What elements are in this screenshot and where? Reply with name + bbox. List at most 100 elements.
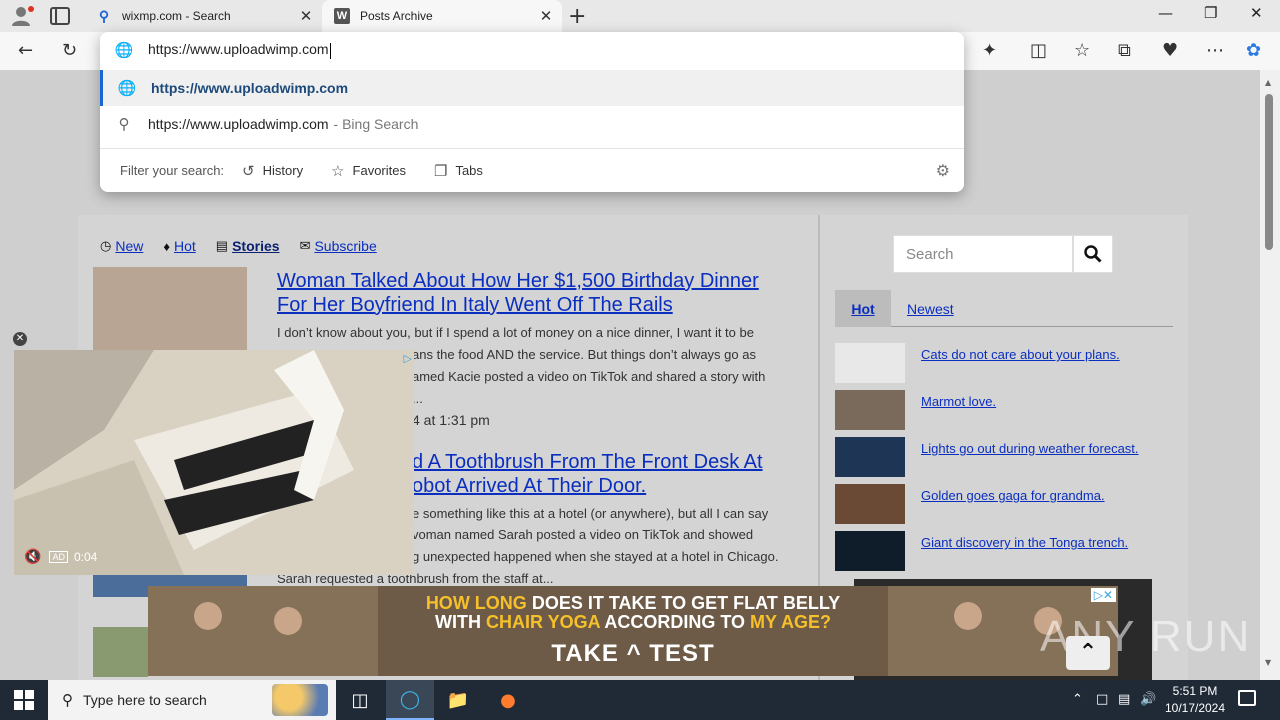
post-title[interactable]: Woman Talked About How Her $1,500 Birthd… (277, 269, 759, 317)
back-icon[interactable]: ← (18, 40, 33, 61)
search-icon: ⚲ (118, 116, 130, 133)
network-icon[interactable]: ▤ (1118, 692, 1130, 707)
search-icon (1084, 245, 1102, 263)
task-view-icon[interactable]: ◫ (336, 680, 384, 720)
profile-icon[interactable] (10, 5, 34, 27)
site-search-input[interactable]: Search (893, 235, 1073, 273)
sidebar-item-link[interactable]: Lights go out during weather forecast. (921, 441, 1139, 456)
edge-icon[interactable]: ◯ (386, 680, 434, 720)
nav-stories-link[interactable]: Stories (232, 238, 279, 254)
close-video-ad-button[interactable]: ✕ (13, 332, 27, 346)
sidebar-item-thumbnail[interactable] (835, 390, 905, 430)
tab-posts-archive[interactable]: W Posts Archive ✕ (322, 0, 562, 32)
post-excerpt: g unexpected happened when she stayed at… (412, 549, 779, 564)
collections-icon[interactable]: ⧉ (1118, 40, 1131, 61)
minimize-button[interactable]: — (1158, 4, 1173, 22)
nav-stories[interactable]: ▤ Stories (216, 238, 280, 254)
device-icon[interactable]: □ (1096, 692, 1108, 707)
adchoices-icon[interactable]: ▷ (404, 352, 412, 365)
nav-subscribe-link[interactable]: Subscribe (314, 238, 376, 254)
favorites-icon[interactable]: ☆ (1074, 40, 1090, 61)
scrollbar-thumb[interactable] (1265, 94, 1273, 250)
copilot-icon[interactable]: ✿ (1246, 40, 1261, 61)
post-date: 4 at 1:31 pm (412, 412, 490, 428)
tab-hot[interactable]: Hot (835, 290, 891, 327)
sidebar-item-link[interactable]: Giant discovery in the Tonga trench. (921, 535, 1128, 550)
search-button[interactable] (1073, 235, 1113, 273)
address-bar-dropdown: 🌐 https://www.uploadwimp.com 🌐 https://w… (100, 32, 964, 192)
adchoices-close-icon[interactable]: ▷✕ (1090, 588, 1116, 602)
notification-icon[interactable] (1238, 690, 1256, 706)
post-title[interactable]: d A Toothbrush From The Front Desk At ob… (412, 450, 763, 498)
firefox-icon[interactable]: ● (484, 680, 532, 720)
taskbar-search-placeholder: Type here to search (83, 692, 207, 708)
history-icon: ↺ (242, 162, 255, 180)
nav-new-link[interactable]: New (115, 238, 143, 254)
sidebar-item[interactable]: Golden goes gaga for grandma. (835, 484, 1175, 524)
volume-icon[interactable]: 🔊 (1140, 692, 1156, 707)
suggestion-text: https://www.uploadwimp.com (151, 80, 349, 96)
extensions-icon[interactable]: ✦ (982, 40, 997, 61)
search-favicon-icon: ⚲ (98, 7, 110, 24)
banner-ad[interactable]: HOW LONG DOES IT TAKE TO GET FLAT BELLY … (148, 586, 1118, 676)
sidebar-item[interactable]: Marmot love. (835, 390, 1175, 430)
sidebar-item-link[interactable]: Marmot love. (921, 394, 996, 409)
sidebar-item[interactable]: Lights go out during weather forecast. (835, 437, 1175, 477)
post-thumbnail[interactable] (93, 627, 148, 677)
new-tab-button[interactable]: + (568, 4, 586, 29)
nav-hot[interactable]: ♦ Hot (163, 238, 195, 254)
system-clock[interactable]: 5:51 PM 10/17/2024 (1160, 683, 1230, 717)
banner-headline: WITH CHAIR YOGA ACCORDING TO MY AGE? (434, 612, 832, 632)
nav-subscribe[interactable]: ✉ Subscribe (300, 238, 377, 254)
taskbar-search[interactable]: ⚲ Type here to search (48, 680, 336, 720)
mute-icon[interactable]: 🔇 (24, 548, 41, 565)
show-hidden-icons[interactable]: ⌃ (1072, 692, 1083, 707)
tab-title: wixmp.com - Search (122, 9, 231, 23)
suggestion-source: - Bing Search (333, 116, 419, 132)
sidebar-item[interactable]: Giant discovery in the Tonga trench. (835, 531, 1175, 571)
sidebar-item-thumbnail[interactable] (835, 437, 905, 477)
sidebar-tabs: Hot Newest (835, 290, 1173, 327)
filter-favorites[interactable]: ☆ Favorites (331, 162, 406, 180)
scroll-up-icon[interactable]: ▲ (1265, 78, 1271, 87)
scroll-to-top-button[interactable]: ⌃ (1066, 636, 1110, 670)
restore-button[interactable]: ❐ (1204, 4, 1217, 22)
address-bar[interactable]: 🌐 https://www.uploadwimp.com (100, 32, 964, 68)
sidebar-item-thumbnail[interactable] (835, 484, 905, 524)
sidebar-item-link[interactable]: Cats do not care about your plans. (921, 347, 1120, 362)
sidebar-item-thumbnail[interactable] (835, 531, 905, 571)
nav-hot-link[interactable]: Hot (174, 238, 196, 254)
close-tab-icon[interactable]: ✕ (296, 7, 316, 25)
post-thumbnail[interactable] (93, 267, 247, 351)
video-frame (14, 350, 414, 575)
page-scrollbar[interactable]: ▲ ▼ (1260, 70, 1280, 680)
suggestion-text: https://www.uploadwimp.com (148, 116, 329, 132)
sidebar-item[interactable]: Cats do not care about your plans. (835, 343, 1175, 383)
refresh-icon[interactable]: ↻ (62, 40, 77, 61)
close-tab-icon[interactable]: ✕ (536, 7, 556, 25)
start-button[interactable] (14, 690, 34, 710)
search-filter-bar: Filter your search: ↺ History ☆ Favorite… (100, 148, 964, 192)
video-time: 0:04 (73, 549, 98, 564)
more-menu-icon[interactable]: ⋯ (1206, 40, 1224, 61)
video-ad[interactable]: ▷ 🔇 AD 0:04 (14, 350, 414, 575)
banner-cta[interactable]: TAKE ^ TEST (148, 640, 1118, 668)
tab-newest[interactable]: Newest (907, 290, 954, 327)
filter-tabs[interactable]: ❐ Tabs (434, 162, 483, 180)
browser-essentials-icon[interactable]: ♥ (1162, 40, 1178, 61)
filter-history[interactable]: ↺ History (242, 162, 303, 180)
close-window-button[interactable]: ✕ (1250, 4, 1263, 22)
scroll-down-icon[interactable]: ▼ (1265, 658, 1271, 667)
file-explorer-icon[interactable]: 📁 (434, 680, 482, 720)
search-highlight-image (272, 684, 328, 716)
sidebar-item-link[interactable]: Golden goes gaga for grandma. (921, 488, 1105, 503)
suggestion-url[interactable]: 🌐 https://www.uploadwimp.com (100, 70, 964, 106)
sidebar-item-thumbnail[interactable] (835, 343, 905, 383)
nav-new[interactable]: ◷ New (100, 238, 143, 254)
split-screen-icon[interactable]: ◫ (1030, 40, 1047, 61)
address-input[interactable]: https://www.uploadwimp.com (148, 41, 331, 58)
suggestion-bing-search[interactable]: ⚲ https://www.uploadwimp.com - Bing Sear… (100, 106, 964, 142)
tab-actions-icon[interactable] (50, 7, 70, 25)
gear-icon[interactable]: ⚙ (936, 161, 950, 181)
tab-search[interactable]: ⚲ wixmp.com - Search ✕ (86, 0, 322, 32)
